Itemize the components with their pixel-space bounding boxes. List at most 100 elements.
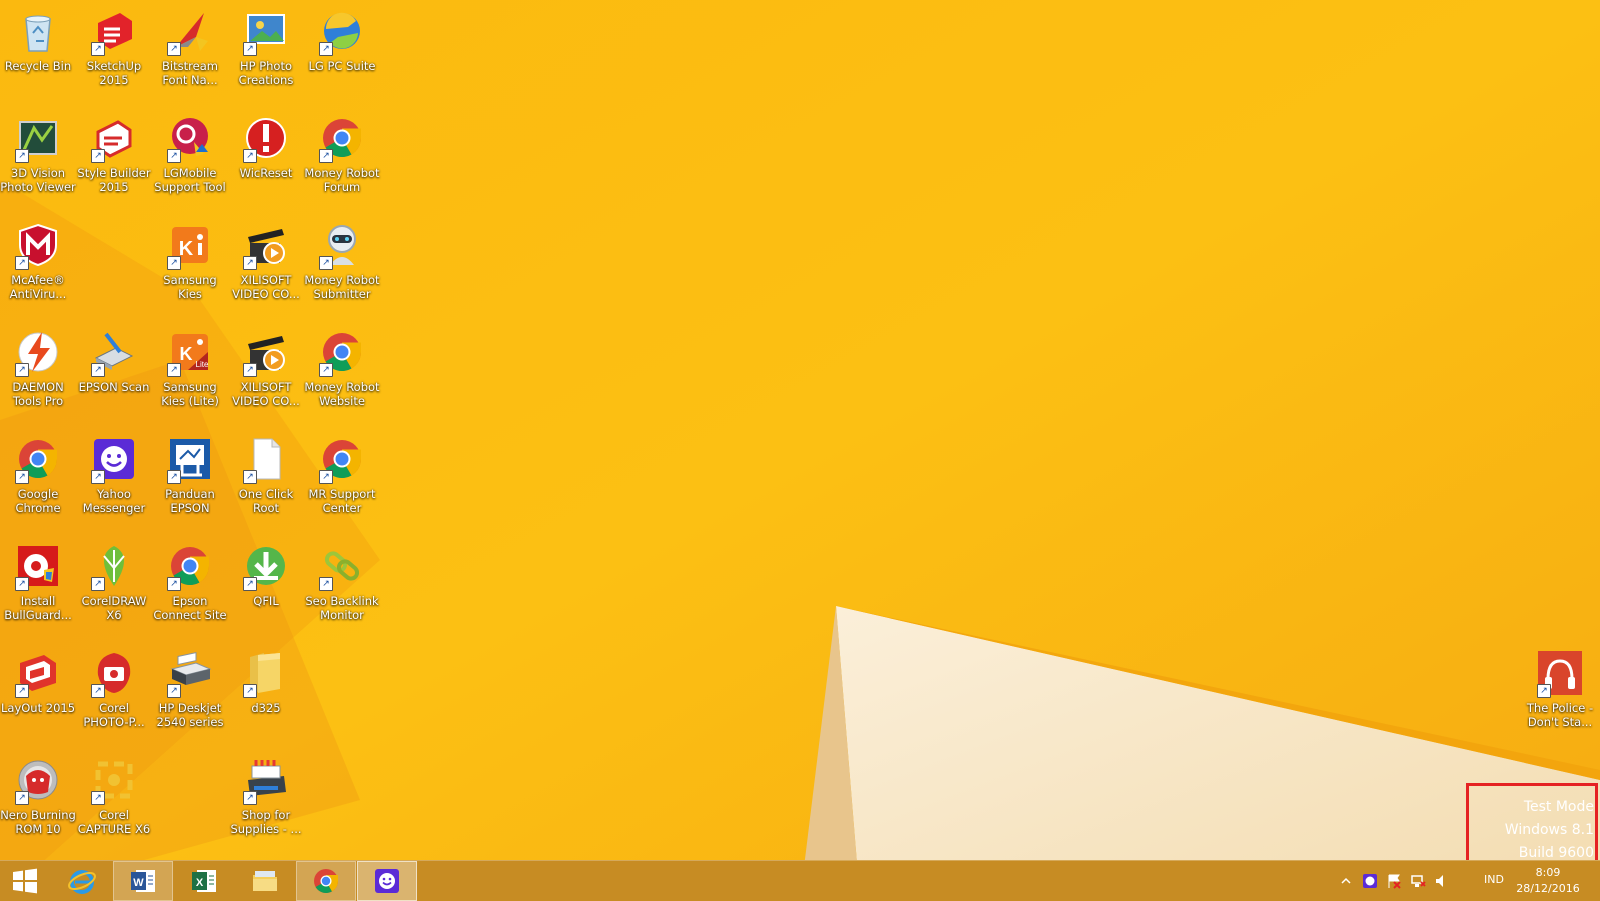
epson-scan-icon: ↗ — [89, 327, 139, 377]
desktop-icon[interactable]: ↗ LGMobile Support Tool — [152, 107, 228, 207]
desktop-icon[interactable]: ↗ Shop for Supplies - ... — [228, 749, 304, 849]
desktop-icon-label: Install BullGuard... — [4, 594, 72, 622]
shortcut-arrow-icon: ↗ — [15, 256, 29, 270]
desktop-icon[interactable]: ↗ CorelDRAW X6 — [76, 535, 152, 635]
desktop-icon[interactable]: ↗ Money Robot Website — [304, 321, 380, 421]
shortcut-arrow-icon: ↗ — [15, 791, 29, 805]
desktop-icon[interactable]: Recycle Bin — [0, 0, 76, 100]
svg-text:X: X — [196, 877, 204, 889]
desktop-icon[interactable]: K Lite ↗ Samsung Kies (Lite) — [152, 321, 228, 421]
taskbar-chrome[interactable] — [296, 861, 356, 901]
shortcut-arrow-icon: ↗ — [243, 42, 257, 56]
desktop-icon-label: Epson Connect Site — [153, 594, 227, 622]
taskbar-internet-explorer[interactable] — [52, 861, 112, 901]
shortcut-arrow-icon: ↗ — [243, 577, 257, 591]
desktop-icon[interactable]: ↗ 3D Vision Photo Viewer — [0, 107, 76, 207]
desktop-icon[interactable]: ↗ LG PC Suite — [304, 0, 380, 100]
desktop-icon[interactable]: ↗ Corel CAPTURE X6 — [76, 749, 152, 849]
desktop-icon-grid: Recycle Bin ↗ SketchUp 2015 ↗ Bitstream Font… — [0, 0, 1600, 860]
desktop-icon[interactable]: ↗ Epson Connect Site — [152, 535, 228, 635]
desktop-icon[interactable]: ↗ Google Chrome — [0, 428, 76, 528]
desktop-icon[interactable]: ↗ Corel PHOTO-P... — [76, 642, 152, 742]
network-tray-icon[interactable] — [1410, 873, 1426, 889]
desktop-icon-label: HP Photo Creations — [238, 59, 294, 87]
desktop-icon-label: MR Support Center — [308, 487, 376, 515]
show-hidden-icons-icon[interactable] — [1338, 873, 1354, 889]
desktop-icon[interactable]: ↗ HP Photo Creations — [228, 0, 304, 100]
shortcut-arrow-icon: ↗ — [243, 149, 257, 163]
desktop-icon-label: Nero Burning ROM 10 — [0, 808, 76, 836]
desktop-icon[interactable]: ↗ The Police - Don't Sta... — [1522, 642, 1598, 742]
desktop-icon-label: SketchUp 2015 — [86, 59, 142, 87]
shortcut-arrow-icon: ↗ — [243, 470, 257, 484]
desktop-icon[interactable]: ↗ DAEMON Tools Pro — [0, 321, 76, 421]
yahoo-messenger-icon — [375, 869, 399, 893]
desktop-icon[interactable]: ↗ HP Deskjet 2540 series — [152, 642, 228, 742]
taskbar-word[interactable]: W — [113, 861, 173, 901]
windows-logo-icon — [13, 868, 37, 894]
daemon-tools-icon: ↗ — [13, 327, 63, 377]
shortcut-arrow-icon: ↗ — [15, 363, 29, 377]
yahoo-messenger-icon: ↗ — [89, 434, 139, 484]
bullguard-icon: ↗ — [13, 541, 63, 591]
volume-tray-icon[interactable] — [1434, 873, 1450, 889]
desktop-icon[interactable]: ↗ d325 — [228, 642, 304, 742]
taskbar-file-explorer[interactable] — [235, 861, 295, 901]
taskbar-clock[interactable]: 8:09 28/12/2016 — [1508, 865, 1588, 897]
desktop-icon-label: The Police - Don't Sta... — [1526, 701, 1594, 729]
desktop-icon-label: Samsung Kies (Lite) — [161, 380, 219, 408]
test-mode-watermark: Test Mode Windows 8.1 Build 9600 — [1434, 796, 1594, 865]
desktop-icon[interactable]: ↗ Nero Burning ROM 10 — [0, 749, 76, 849]
desktop-icon-label: Panduan EPSON — [165, 487, 215, 515]
desktop-icon[interactable]: ↗ Style Builder 2015 — [76, 107, 152, 207]
desktop-icon-label: Corel PHOTO-P... — [83, 701, 145, 729]
desktop-icon[interactable]: ↗ XILISOFT VIDEO CO... — [228, 321, 304, 421]
taskbar-excel[interactable]: X — [174, 861, 234, 901]
music-icon: ↗ — [1535, 648, 1585, 698]
desktop-icon-label: One Click Root — [238, 487, 294, 515]
desktop-icon[interactable]: ↗ McAfee® AntiViru... — [0, 214, 76, 314]
desktop-icon[interactable]: ↗ MR Support Center — [304, 428, 380, 528]
start-button[interactable] — [0, 861, 50, 901]
desktop-icon-label: 3D Vision Photo Viewer — [0, 166, 76, 194]
desktop-icon-label: Samsung Kies — [163, 273, 217, 301]
robot-icon: ↗ — [317, 220, 367, 270]
desktop-icon[interactable]: ↗ SketchUp 2015 — [76, 0, 152, 100]
clock-time: 8:09 — [1535, 866, 1561, 879]
shortcut-arrow-icon: ↗ — [243, 791, 257, 805]
yahoo-messenger-tray-icon[interactable] — [1362, 873, 1378, 889]
shortcut-arrow-icon: ↗ — [91, 149, 105, 163]
desktop-icon[interactable]: ↗ EPSON Scan — [76, 321, 152, 421]
shortcut-arrow-icon: ↗ — [319, 363, 333, 377]
desktop-icon[interactable]: ↗ QFIL — [228, 535, 304, 635]
desktop-icon[interactable]: ↗ Bitstream Font Na... — [152, 0, 228, 100]
desktop-icon-label: Corel CAPTURE X6 — [77, 808, 151, 836]
word-icon: W — [131, 870, 155, 892]
shortcut-arrow-icon: ↗ — [167, 149, 181, 163]
desktop-icon[interactable]: ↗ Install BullGuard... — [0, 535, 76, 635]
seo-backlink-icon: ↗ — [317, 541, 367, 591]
flag-alert-tray-icon[interactable] — [1386, 873, 1402, 889]
taskbar-yahoo-messenger[interactable] — [357, 861, 417, 901]
desktop-icon[interactable]: ↗ Money Robot Submitter — [304, 214, 380, 314]
desktop-icon[interactable]: ↗ Panduan EPSON — [152, 428, 228, 528]
desktop-icon[interactable]: ↗ LayOut 2015 — [0, 642, 76, 742]
desktop-icon[interactable]: K ↗ Samsung Kies — [152, 214, 228, 314]
input-language-indicator[interactable]: IND — [1484, 873, 1504, 886]
desktop-icon[interactable]: ↗ WicReset — [228, 107, 304, 207]
desktop-icon[interactable]: ↗ XILISOFT VIDEO CO... — [228, 214, 304, 314]
taskbar: W X IND 8:09 28/12/2016 — [0, 860, 1600, 901]
watermark-line-2: Windows 8.1 — [1504, 822, 1594, 838]
desktop-icon[interactable]: ↗ Seo Backlink Monitor — [304, 535, 380, 635]
chrome-icon: ↗ — [317, 327, 367, 377]
recycle-bin-icon — [13, 6, 63, 56]
desktop-icon-label: Bitstream Font Na... — [162, 59, 218, 87]
shortcut-arrow-icon: ↗ — [243, 684, 257, 698]
desktop-icon[interactable]: ↗ Money Robot Forum — [304, 107, 380, 207]
desktop-icon-label: DAEMON Tools Pro — [12, 380, 64, 408]
desktop-icon-label: CorelDRAW X6 — [81, 594, 147, 622]
desktop-icon-label: Money Robot Forum — [304, 166, 380, 194]
svg-text:W: W — [133, 877, 144, 889]
desktop-icon[interactable]: ↗ Yahoo Messenger — [76, 428, 152, 528]
desktop-icon[interactable]: ↗ One Click Root — [228, 428, 304, 528]
